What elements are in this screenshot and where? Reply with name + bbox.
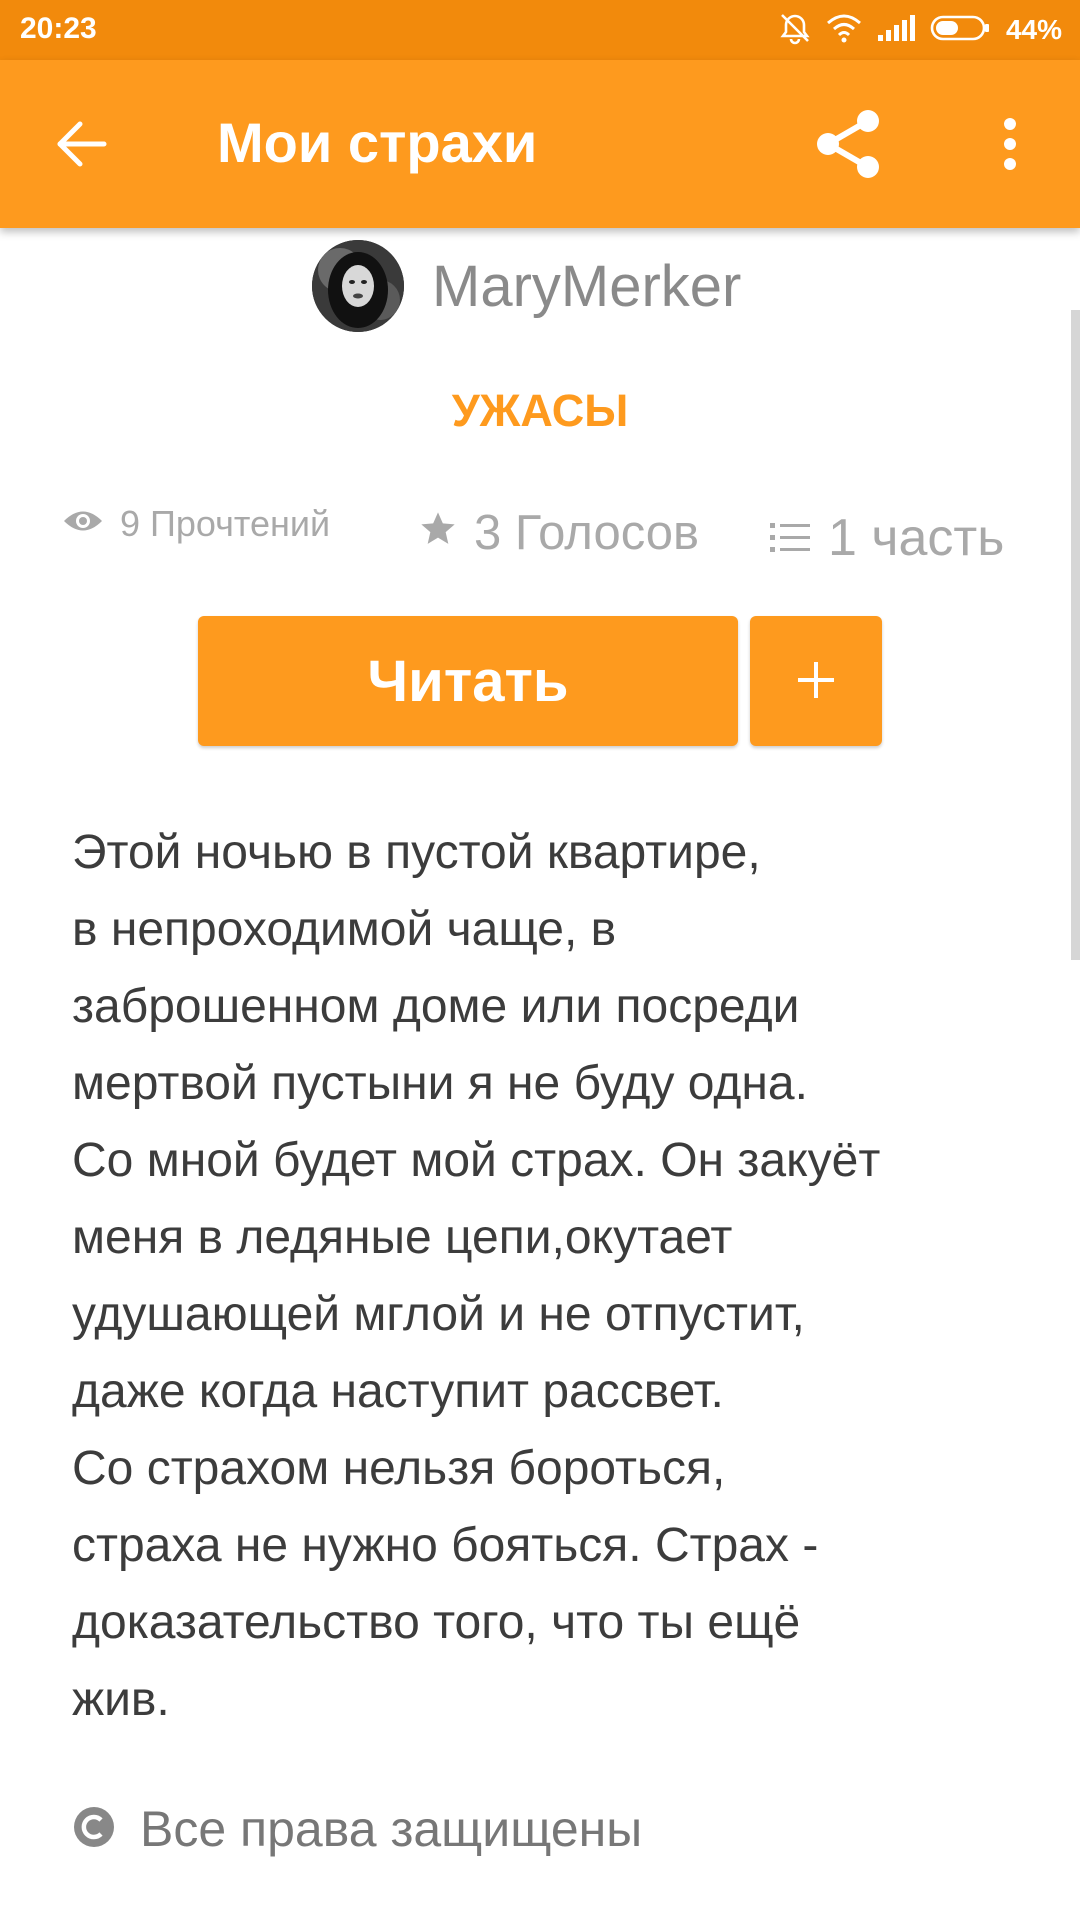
back-arrow-icon[interactable] <box>52 114 112 174</box>
description-line: мертвой пустыни я не буду одна. <box>72 1057 808 1110</box>
copyright-row: Все права защищены <box>72 1800 642 1858</box>
description-line: даже когда наступит рассвет. <box>72 1365 724 1418</box>
copyright-icon <box>72 1805 116 1854</box>
more-vert-icon[interactable] <box>990 114 1030 174</box>
description-line: Этой ночью в пустой квартире, <box>72 826 761 879</box>
status-bar: 20:23 44% <box>0 0 1080 60</box>
battery-percent: 44% <box>1005 14 1062 45</box>
star-icon <box>418 505 458 561</box>
list-icon <box>770 508 810 568</box>
read-button[interactable]: Читать <box>198 616 738 746</box>
status-icons: 44% <box>778 10 1062 50</box>
description-line: Со страхом нельзя бороться, <box>72 1442 726 1495</box>
reads-stat: 9 Прочтений <box>62 503 330 545</box>
votes-count: 3 Голосов <box>474 506 700 560</box>
add-to-library-button[interactable] <box>750 616 882 746</box>
description-line: меня в ледяные цепи,окутает <box>72 1211 733 1264</box>
description-line: заброшенном доме или посреди <box>72 980 800 1033</box>
wifi-icon <box>826 13 862 48</box>
battery-icon <box>930 13 992 48</box>
reads-count: 9 Прочтений <box>120 503 331 544</box>
app-bar: Мои страхи <box>0 60 1080 228</box>
signal-icon <box>876 13 916 48</box>
description-line: страха не нужно бояться. Страх - <box>72 1519 819 1572</box>
description-line: в непроходимой чаще, в <box>72 903 617 956</box>
description-line: удушающей мглой и не отпустит, <box>72 1288 805 1341</box>
avatar[interactable] <box>312 240 404 332</box>
page-title: Мои страхи <box>217 111 538 174</box>
author-row[interactable]: MaryMerker <box>312 240 741 332</box>
parts-count: 1 часть <box>828 509 1005 567</box>
description-line: доказательство того, что ты ещё <box>72 1596 801 1649</box>
eye-icon <box>62 503 104 545</box>
copyright-text: Все права защищены <box>140 1801 643 1857</box>
description-line: Со мной будет мой страх. Он закуёт <box>72 1134 881 1187</box>
story-description: Этой ночью в пустой квартире, в непроход… <box>72 814 1012 1738</box>
silent-alarm-icon <box>778 11 812 50</box>
description-line: жив. <box>72 1673 170 1726</box>
share-icon[interactable] <box>808 104 888 184</box>
parts-stat: 1 часть <box>770 508 1004 568</box>
votes-stat: 3 Голосов <box>418 505 699 561</box>
author-name[interactable]: MaryMerker <box>432 253 741 320</box>
genre-label[interactable]: УЖАСЫ <box>0 385 1080 437</box>
status-time: 20:23 <box>20 12 97 45</box>
plus-icon <box>798 661 834 698</box>
